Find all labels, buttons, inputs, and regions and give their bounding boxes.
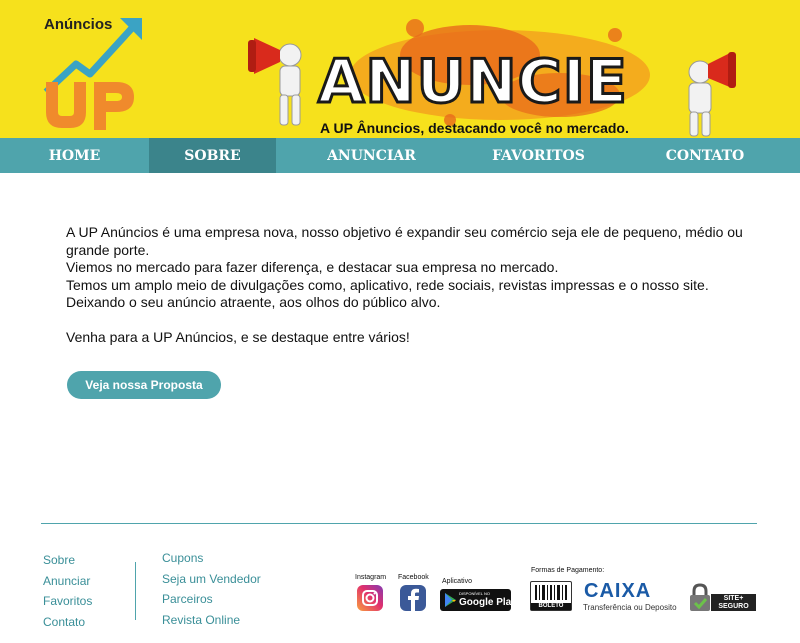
footer-link-parceiros[interactable]: Parceiros <box>162 589 261 610</box>
facebook-icon[interactable] <box>400 585 426 611</box>
boleto-label: BOLETO <box>531 603 571 610</box>
banner-subtitle: A UP Ânuncios, destacando você no mercad… <box>320 120 629 136</box>
about-paragraph: Viemos no mercado para fazer diferença, … <box>66 259 559 275</box>
footer-divider <box>41 523 757 524</box>
about-paragraph: Deixando o seu anúncio atraente, aos olh… <box>66 294 441 310</box>
google-play-icon <box>445 593 456 607</box>
footer-link-revista[interactable]: Revista Online <box>162 610 261 631</box>
footer-link-vendedor[interactable]: Seja um Vendedor <box>162 569 261 590</box>
nav-home[interactable]: HOME <box>0 138 149 173</box>
barcode-icon <box>535 585 567 600</box>
site-seguro-badge: SITE+ SEGURO <box>687 582 757 612</box>
main-nav: HOME SOBRE ANUNCIAR FAVORITOS CONTATO <box>0 138 800 173</box>
nav-anunciar[interactable]: ANUNCIAR <box>276 138 467 173</box>
footer-links-secondary: Cupons Seja um Vendedor Parceiros Revist… <box>162 548 261 630</box>
payment-title: Formas de Pagamento: <box>531 567 605 574</box>
facebook-label: Facebook <box>398 574 429 581</box>
about-closing: Venha para a UP Anúncios, e se destaque … <box>66 328 410 345</box>
about-paragraph: Temos um amplo meio de divulgações como,… <box>66 276 709 293</box>
up-anuncios-logo[interactable]: Anúncios <box>40 12 150 132</box>
nav-favoritos[interactable]: FAVORITOS <box>467 138 610 173</box>
google-play-badge[interactable]: DISPONÍVEL NO Google Play <box>440 589 517 611</box>
app-label: Aplicativo <box>442 578 472 585</box>
footer-link-anunciar[interactable]: Anunciar <box>43 571 92 592</box>
nav-contato[interactable]: CONTATO <box>610 138 800 173</box>
instagram-label: Instagram <box>355 574 387 581</box>
banner-title: ANUNCIE <box>317 47 629 117</box>
about-text: A UP Anúncios é uma empresa nova, nosso … <box>66 224 756 346</box>
about-paragraph: A UP Anúncios é uma empresa nova, nosso … <box>66 224 743 258</box>
logo-word: Anúncios <box>44 16 113 33</box>
footer-links-primary: Sobre Anunciar Favoritos Contato <box>43 550 92 632</box>
nav-sobre[interactable]: SOBRE <box>149 138 276 173</box>
caixa-logo: CAIXA <box>584 580 652 602</box>
proposal-button[interactable]: Veja nossa Proposta <box>67 371 221 399</box>
google-play-name: Google Play <box>459 597 517 608</box>
footer-link-contato[interactable]: Contato <box>43 612 92 633</box>
footer-link-sobre[interactable]: Sobre <box>43 550 92 571</box>
footer-separator <box>135 562 136 620</box>
instagram-icon[interactable] <box>357 585 383 611</box>
boleto-badge: BOLETO <box>530 581 572 611</box>
site-seguro-label: SITE+ SEGURO <box>711 594 756 611</box>
padlock-icon <box>690 583 710 611</box>
google-play-caption: DISPONÍVEL NO <box>459 591 490 596</box>
footer-link-cupons[interactable]: Cupons <box>162 548 261 569</box>
caixa-caption: Transferência ou Deposito <box>583 603 677 612</box>
footer-link-favoritos[interactable]: Favoritos <box>43 591 92 612</box>
